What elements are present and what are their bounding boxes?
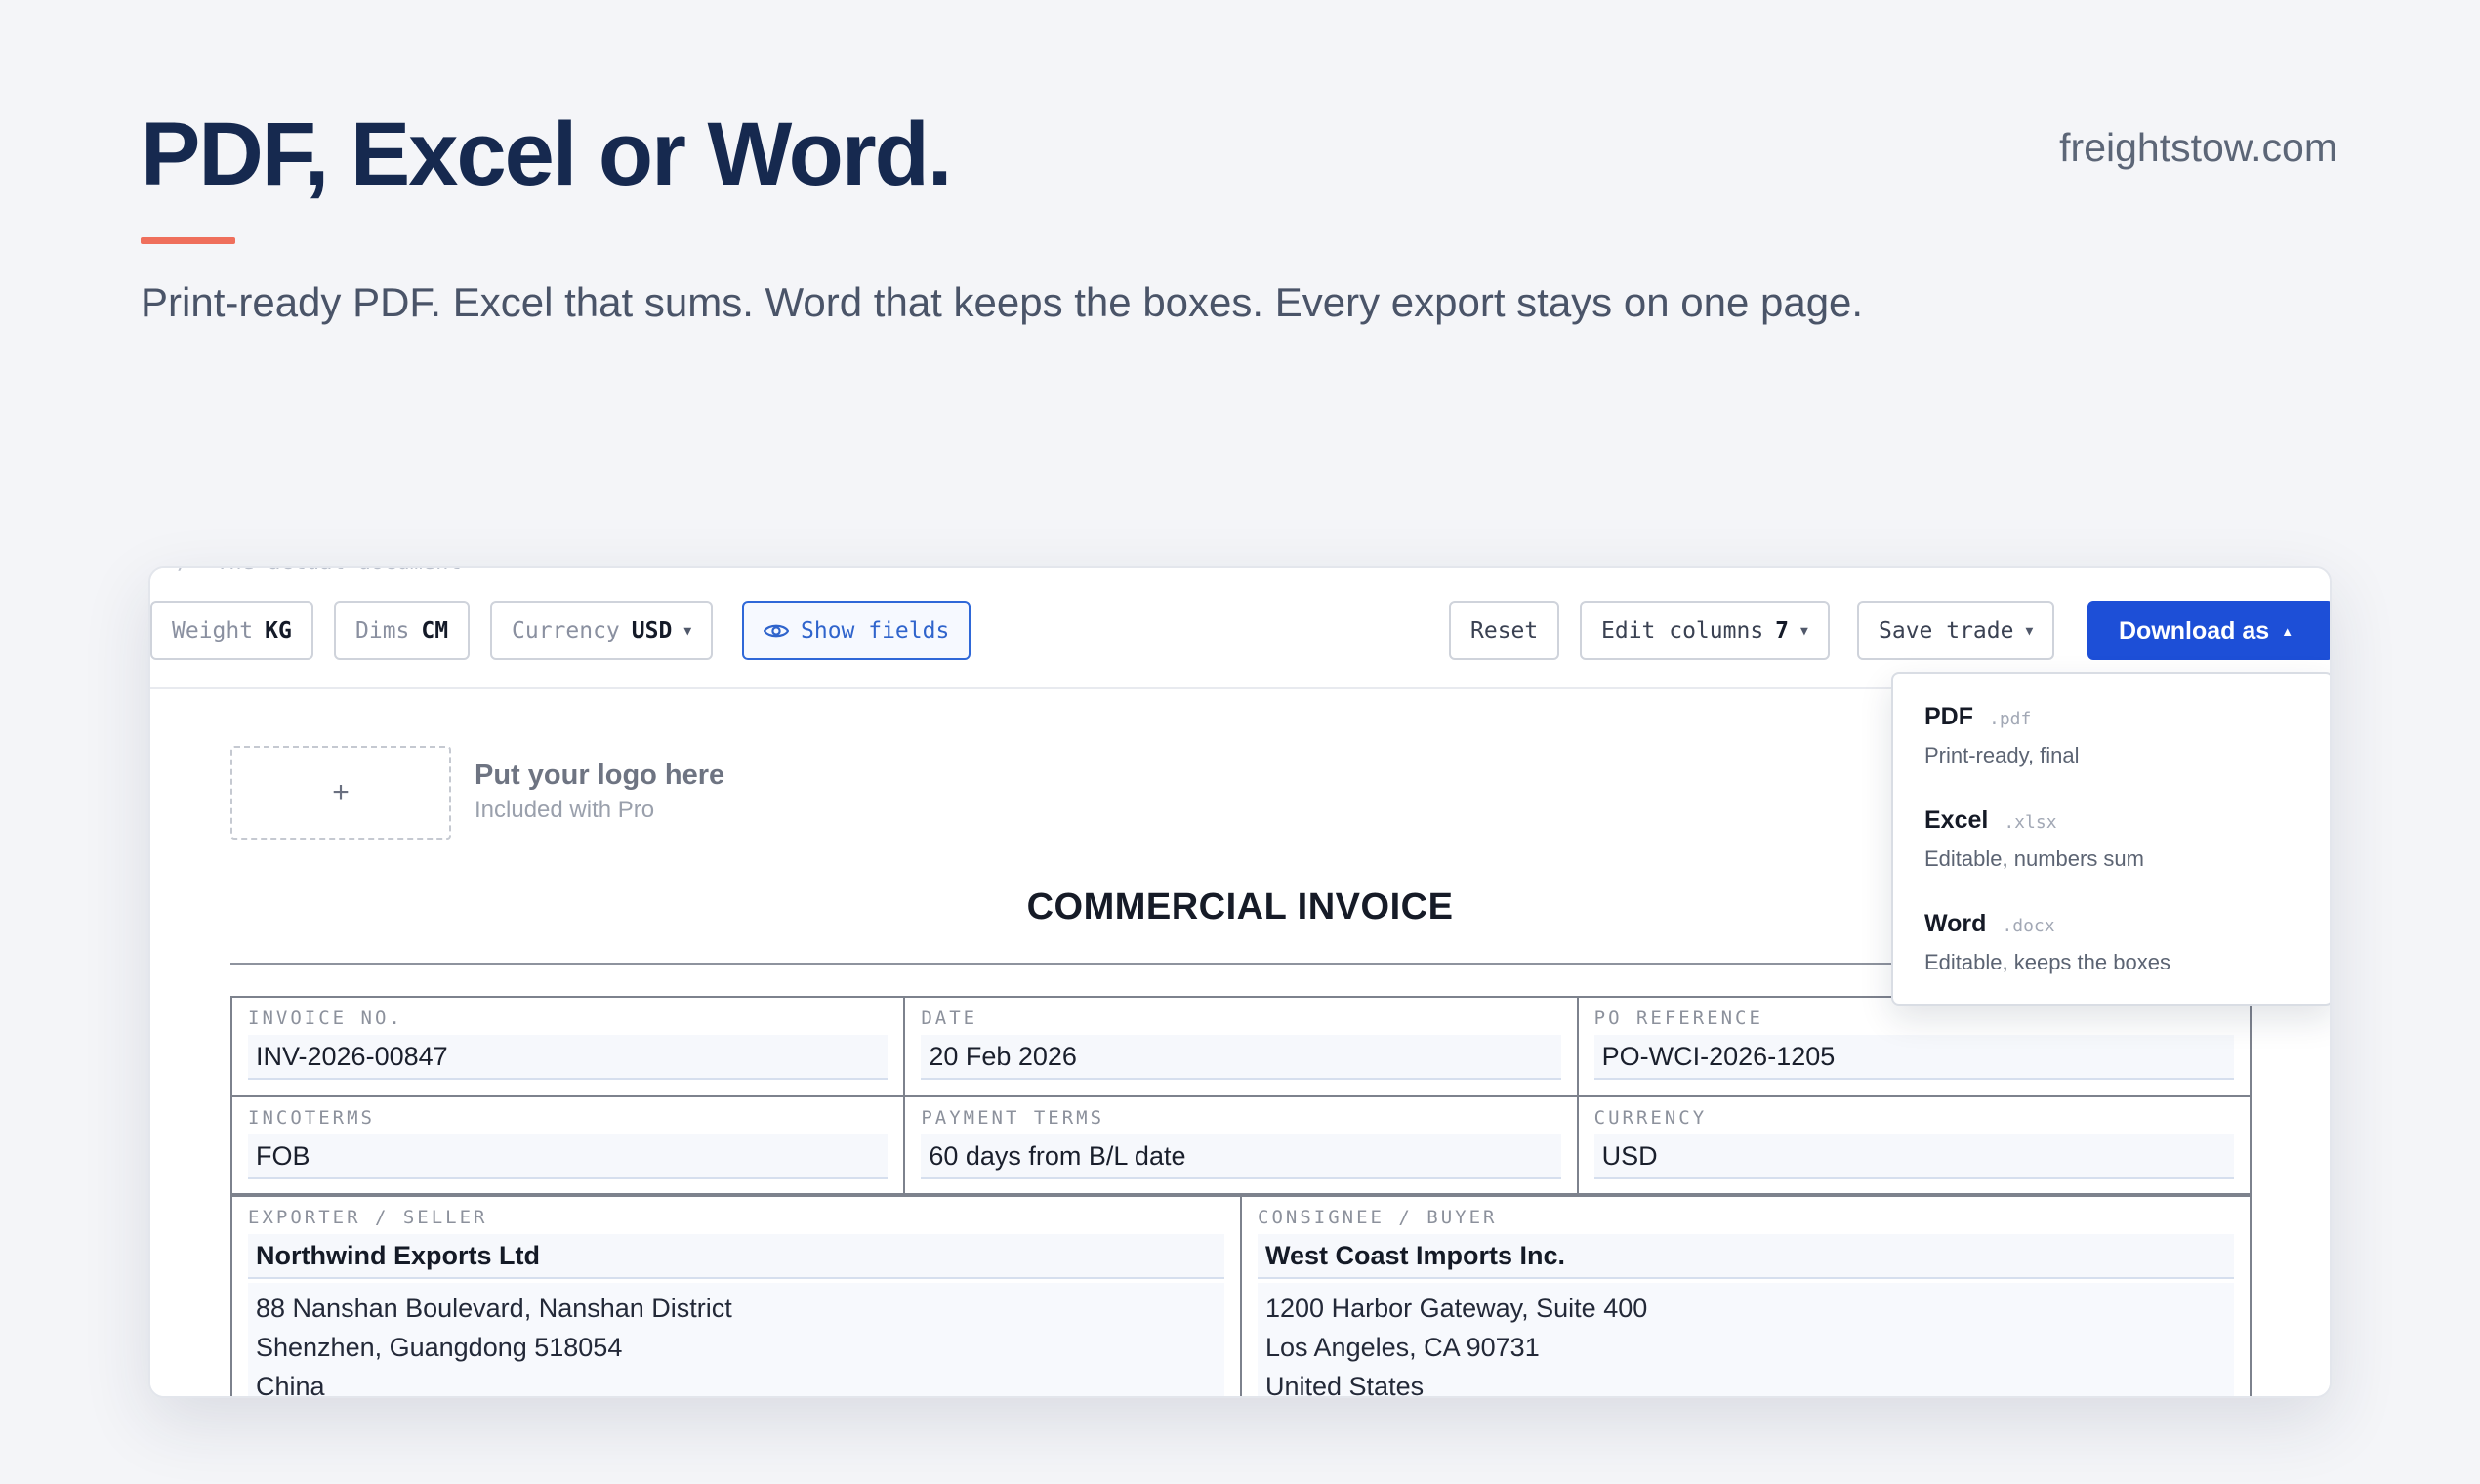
field-label: INVOICE NO. <box>248 1008 403 1029</box>
exporter-address-field[interactable]: 88 Nanshan Boulevard, Nanshan District S… <box>248 1283 1224 1398</box>
show-fields-button[interactable]: Show fields <box>742 601 971 660</box>
download-as-button[interactable]: Download as ▲ <box>2087 601 2330 660</box>
incoterms-cell: INCOTERMS FOB <box>232 1097 903 1193</box>
option-description: Editable, numbers sum <box>1924 846 2144 871</box>
option-extension: .docx <box>2002 916 2055 936</box>
field-label: EXPORTER / SELLER <box>248 1207 488 1228</box>
invoice-no-field[interactable]: INV-2026-00847 <box>248 1035 889 1080</box>
save-trade-label: Save trade <box>1879 618 2014 643</box>
parties-grid: EXPORTER / SELLER Northwind Exports Ltd … <box>230 1195 2252 1398</box>
edit-columns-button[interactable]: Edit columns 7 ▼ <box>1580 601 1830 660</box>
hero-title: PDF, Excel or Word. <box>141 104 952 204</box>
hero-underline <box>141 237 235 244</box>
option-label: Word <box>1924 910 1987 937</box>
section-caption: ‹/› The actual document <box>164 568 462 575</box>
hero-domain: freightstow.com <box>2059 125 2337 170</box>
logo-subtitle: Included with Pro <box>475 797 655 823</box>
weight-value: KG <box>265 618 292 643</box>
weight-unit-button[interactable]: Weight KG <box>150 601 313 660</box>
currency-field[interactable]: USD <box>1593 1134 2234 1179</box>
address-line: 88 Nanshan Boulevard, Nanshan District <box>256 1294 732 1323</box>
invoice-no-cell: INVOICE NO. INV-2026-00847 <box>232 998 903 1095</box>
address-line: Shenzhen, Guangdong 518054 <box>256 1333 623 1362</box>
download-menu: PDF .pdf Print-ready, final Excel .xlsx … <box>1891 672 2330 1006</box>
details-row: INVOICE NO. INV-2026-00847 DATE 20 Feb 2… <box>232 998 2250 1095</box>
field-label: INCOTERMS <box>248 1107 375 1129</box>
field-label: PO REFERENCE <box>1593 1008 1763 1029</box>
po-reference-field[interactable]: PO-WCI-2026-1205 <box>1593 1035 2234 1080</box>
incoterms-field[interactable]: FOB <box>248 1134 889 1179</box>
exporter-cell: EXPORTER / SELLER Northwind Exports Ltd … <box>232 1197 1240 1398</box>
address-line: Los Angeles, CA 90731 <box>1265 1333 1540 1362</box>
field-label: DATE <box>921 1008 978 1029</box>
option-extension: .pdf <box>1989 709 2032 729</box>
consignee-name-field[interactable]: West Coast Imports Inc. <box>1258 1234 2234 1279</box>
chevron-up-icon: ▲ <box>2281 623 2294 639</box>
download-option-pdf[interactable]: PDF .pdf Print-ready, final <box>1924 703 2080 768</box>
option-label: PDF <box>1924 703 1973 730</box>
currency-select[interactable]: Currency USD ▼ <box>490 601 714 660</box>
exporter-name-field[interactable]: Northwind Exports Ltd <box>248 1234 1224 1279</box>
currency-label: Currency <box>512 618 620 643</box>
consignee-address-field[interactable]: 1200 Harbor Gateway, Suite 400 Los Angel… <box>1258 1283 2234 1398</box>
chevron-down-icon: ▼ <box>1800 623 1808 639</box>
invoice-details-grid: INVOICE NO. INV-2026-00847 DATE 20 Feb 2… <box>230 996 2252 1195</box>
edit-columns-label: Edit columns <box>1601 618 1764 643</box>
logo-upload-box[interactable]: + <box>230 746 451 840</box>
field-label: CURRENCY <box>1593 1107 1708 1129</box>
download-as-label: Download as <box>2119 616 2270 644</box>
logo-title: Put your logo here <box>475 760 725 791</box>
currency-value: USD <box>631 618 673 643</box>
field-label: CONSIGNEE / BUYER <box>1258 1207 1498 1228</box>
plus-icon: + <box>332 776 350 808</box>
dims-label: Dims <box>355 618 410 643</box>
date-cell: DATE 20 Feb 2026 <box>903 998 1576 1095</box>
reset-label: Reset <box>1470 618 1539 643</box>
reset-button[interactable]: Reset <box>1449 601 1560 660</box>
hero-subtitle: Print-ready PDF. Excel that sums. Word t… <box>141 279 1864 325</box>
weight-label: Weight <box>172 618 254 643</box>
option-label: Excel <box>1924 806 1989 834</box>
payment-terms-field[interactable]: 60 days from B/L date <box>921 1134 1561 1179</box>
payment-terms-cell: PAYMENT TERMS 60 days from B/L date <box>903 1097 1576 1193</box>
download-option-excel[interactable]: Excel .xlsx Editable, numbers sum <box>1924 806 2144 872</box>
eye-icon <box>764 624 789 638</box>
date-field[interactable]: 20 Feb 2026 <box>921 1035 1561 1080</box>
address-line: China <box>256 1372 325 1398</box>
save-trade-button[interactable]: Save trade ▼ <box>1857 601 2055 660</box>
field-label: PAYMENT TERMS <box>921 1107 1105 1129</box>
show-fields-label: Show fields <box>801 618 950 643</box>
po-reference-cell: PO REFERENCE PO-WCI-2026-1205 <box>1576 998 2250 1095</box>
download-option-word[interactable]: Word .docx Editable, keeps the boxes <box>1924 910 2170 975</box>
app-window: ‹/› The actual document Weight KG Dims C… <box>148 566 2332 1398</box>
chevron-down-icon: ▼ <box>683 623 692 639</box>
currency-cell: CURRENCY USD <box>1576 1097 2250 1193</box>
option-description: Print-ready, final <box>1924 743 2080 767</box>
address-line: United States <box>1265 1372 1425 1398</box>
consignee-cell: CONSIGNEE / BUYER West Coast Imports Inc… <box>1240 1197 2250 1398</box>
option-description: Editable, keeps the boxes <box>1924 950 2170 974</box>
address-line: 1200 Harbor Gateway, Suite 400 <box>1265 1294 1648 1323</box>
chevron-down-icon: ▼ <box>2025 623 2034 639</box>
dims-value: CM <box>421 618 449 643</box>
option-extension: .xlsx <box>2004 812 2057 833</box>
edit-columns-count: 7 <box>1775 618 1790 643</box>
details-row: INCOTERMS FOB PAYMENT TERMS 60 days from… <box>232 1095 2250 1193</box>
dims-unit-button[interactable]: Dims CM <box>334 601 471 660</box>
